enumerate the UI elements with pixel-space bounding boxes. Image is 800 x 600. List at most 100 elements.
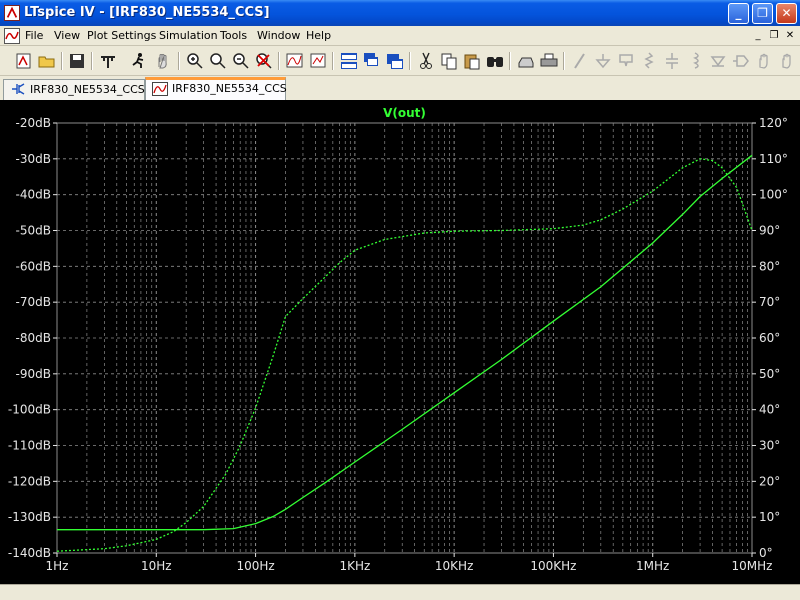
copy-icon[interactable]: [439, 51, 459, 71]
y-right-tick-label: 100°: [759, 188, 788, 202]
paste-icon[interactable]: [462, 51, 482, 71]
y-right-tick-label: 0°: [759, 546, 773, 560]
y-left-tick-label: -50dB: [16, 224, 51, 238]
tab-label: IRF830_NE5534_CCS: [30, 83, 145, 96]
y-left-tick-label: -20dB: [16, 116, 51, 130]
print-icon[interactable]: [539, 51, 559, 71]
menu-simulation[interactable]: Simulation: [159, 29, 218, 42]
menu-file[interactable]: File: [25, 29, 43, 42]
tile-horizontal-icon[interactable]: [339, 51, 359, 71]
y-right-tick-label: 80°: [759, 259, 780, 273]
y-right-tick-label: 30°: [759, 439, 780, 453]
tab-label: IRF830_NE5534_CCS: [172, 82, 287, 95]
minimize-button[interactable]: _: [728, 3, 749, 24]
control-panel-icon[interactable]: [98, 51, 118, 71]
grid: [57, 123, 752, 553]
toolbar-separator: [91, 52, 93, 70]
diode-icon[interactable]: [708, 51, 728, 71]
mdi-close-button[interactable]: ✕: [783, 29, 797, 42]
x-tick-label: 1KHz: [339, 559, 370, 573]
title-bar: LTspice IV - [IRF830_NE5534_CCS] _ ❐ ✕: [0, 0, 800, 26]
toolbar-separator: [178, 52, 180, 70]
capacitor-icon[interactable]: [662, 51, 682, 71]
y-left-tick-label: -40dB: [16, 188, 51, 202]
tile-vertical-icon[interactable]: [385, 51, 405, 71]
waveform-document-icon[interactable]: [4, 28, 20, 44]
component-icon[interactable]: [731, 51, 751, 71]
schematic-icon: [12, 83, 25, 95]
y-left-tick-label: -140dB: [8, 546, 51, 560]
new-schematic-icon[interactable]: [14, 51, 34, 71]
inductor-icon[interactable]: [685, 51, 705, 71]
toolbar-separator: [278, 52, 280, 70]
trace-title[interactable]: V(out): [383, 106, 426, 120]
close-button[interactable]: ✕: [776, 3, 797, 24]
zoom-out-icon[interactable]: [231, 51, 251, 71]
toolbar-separator: [409, 52, 411, 70]
zoom-fit-icon[interactable]: [308, 51, 328, 71]
y-right-tick-label: 70°: [759, 295, 780, 309]
zoom-cancel-icon[interactable]: [254, 51, 274, 71]
y-left-tick-label: -120dB: [8, 474, 51, 488]
zoom-in-icon[interactable]: [185, 51, 205, 71]
zoom-pan-icon[interactable]: [208, 51, 228, 71]
menu-bar: File View Plot Settings Simulation Tools…: [0, 26, 800, 46]
y-left-tick-label: -100dB: [8, 403, 51, 417]
x-tick-label: 10MHz: [732, 559, 773, 573]
resistor-icon[interactable]: [639, 51, 659, 71]
traces: [56, 154, 753, 552]
cut-icon[interactable]: [416, 51, 436, 71]
open-icon[interactable]: [37, 51, 57, 71]
menu-window[interactable]: Window: [257, 29, 300, 42]
run-icon[interactable]: [129, 51, 149, 71]
toolbar-separator: [332, 52, 334, 70]
save-icon[interactable]: [67, 51, 87, 71]
bode-plot[interactable]: -140dB -130dB -120dB -110dB -100dB -90dB -80dB…: [0, 100, 800, 584]
y-axis-left: -140dB -130dB -120dB -110dB -100dB -90dB -80dB…: [8, 116, 57, 560]
y-right-tick-label: 20°: [759, 474, 780, 488]
ltspice-logo-icon: [4, 5, 20, 21]
toolbar: [0, 47, 800, 76]
print-preview-icon[interactable]: [516, 51, 536, 71]
move-icon[interactable]: [754, 51, 774, 71]
menu-tools[interactable]: Tools: [220, 29, 247, 42]
y-right-tick-label: 120°: [759, 116, 788, 130]
toolbar-separator: [563, 52, 565, 70]
halt-icon[interactable]: [153, 51, 173, 71]
y-left-tick-label: -130dB: [8, 510, 51, 524]
label-icon[interactable]: [616, 51, 636, 71]
menu-help[interactable]: Help: [306, 29, 331, 42]
toolbar-separator: [509, 52, 511, 70]
waveform-plot-pane[interactable]: -140dB -130dB -120dB -110dB -100dB -90dB -80dB…: [0, 100, 800, 584]
tab-waveform[interactable]: IRF830_NE5534_CCS: [145, 77, 287, 100]
mdi-minimize-button[interactable]: _: [751, 29, 765, 42]
y-right-tick-label: 60°: [759, 331, 780, 345]
tab-schematic[interactable]: IRF830_NE5534_CCS: [3, 79, 145, 100]
y-left-tick-label: -30dB: [16, 152, 51, 166]
y-right-tick-label: 110°: [759, 152, 788, 166]
phase-trace[interactable]: [56, 158, 753, 552]
drag-icon[interactable]: [777, 51, 797, 71]
x-tick-label: 10KHz: [435, 559, 473, 573]
menu-plot-settings[interactable]: Plot Settings: [87, 29, 156, 42]
autorange-icon[interactable]: [285, 51, 305, 71]
y-left-tick-label: -60dB: [16, 259, 51, 273]
ground-icon[interactable]: [593, 51, 613, 71]
magnitude-trace[interactable]: [57, 154, 753, 531]
mdi-restore-button[interactable]: ❐: [767, 29, 781, 42]
wire-icon[interactable]: [570, 51, 590, 71]
menu-view[interactable]: View: [54, 29, 80, 42]
y-axis-right: 0° 10° 20° 30° 40° 50° 60° 70° 80° 90° 100° 110° 120…: [752, 116, 788, 560]
y-left-tick-label: -80dB: [16, 331, 51, 345]
x-tick-label: 10Hz: [141, 559, 172, 573]
maximize-button[interactable]: ❐: [752, 3, 773, 24]
x-tick-label: 1Hz: [46, 559, 69, 573]
x-tick-label: 1MHz: [636, 559, 669, 573]
y-left-tick-label: -70dB: [16, 295, 51, 309]
find-icon[interactable]: [485, 51, 505, 71]
y-right-tick-label: 50°: [759, 367, 780, 381]
cascade-icon[interactable]: [362, 51, 382, 71]
x-tick-label: 100KHz: [530, 559, 576, 573]
status-bar: [0, 584, 800, 600]
y-right-tick-label: 10°: [759, 510, 780, 524]
